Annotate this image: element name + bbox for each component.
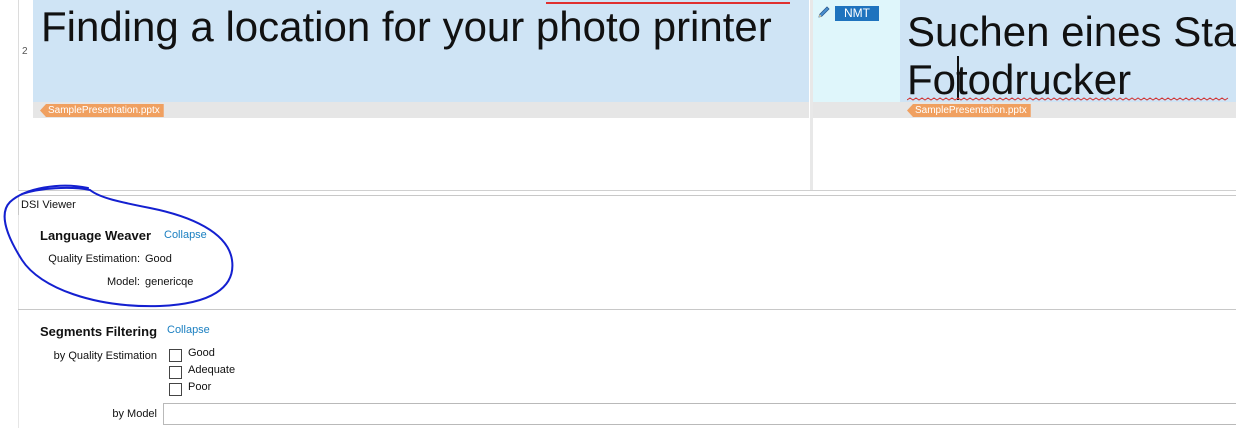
target-file-tag: SamplePresentation.pptx: [907, 104, 1031, 117]
row-number: 2: [22, 46, 28, 57]
segments-filtering-heading: Segments Filtering: [40, 324, 158, 339]
segments-filtering-collapse-link[interactable]: Collapse: [167, 324, 210, 336]
by-quality-estimation-label: by Quality Estimation: [53, 350, 157, 362]
spellcheck-underline: [907, 97, 1229, 101]
spelling-marker: [546, 2, 790, 4]
adequate-checkbox[interactable]: [169, 366, 182, 379]
row-gutter: [0, 0, 19, 190]
by-model-label: by Model: [112, 408, 157, 420]
poor-option-label[interactable]: Poor: [188, 381, 211, 393]
pencil-icon: [818, 6, 830, 18]
target-text-line-1: Suchen eines Sta: [907, 8, 1236, 55]
good-option-label[interactable]: Good: [188, 347, 215, 359]
by-model-input[interactable]: [163, 403, 1236, 425]
text-caret: [957, 56, 959, 100]
poor-checkbox[interactable]: [169, 383, 182, 396]
status-tag-bar: [813, 102, 900, 118]
annotation-circle: [3, 184, 234, 308]
adequate-option-label[interactable]: Adequate: [188, 364, 235, 376]
nmt-status-badge: NMT: [835, 6, 879, 21]
source-file-tag: SamplePresentation.pptx: [40, 104, 164, 117]
good-checkbox[interactable]: [169, 349, 182, 362]
source-segment-text: Finding a location for your photo printe…: [41, 3, 772, 50]
